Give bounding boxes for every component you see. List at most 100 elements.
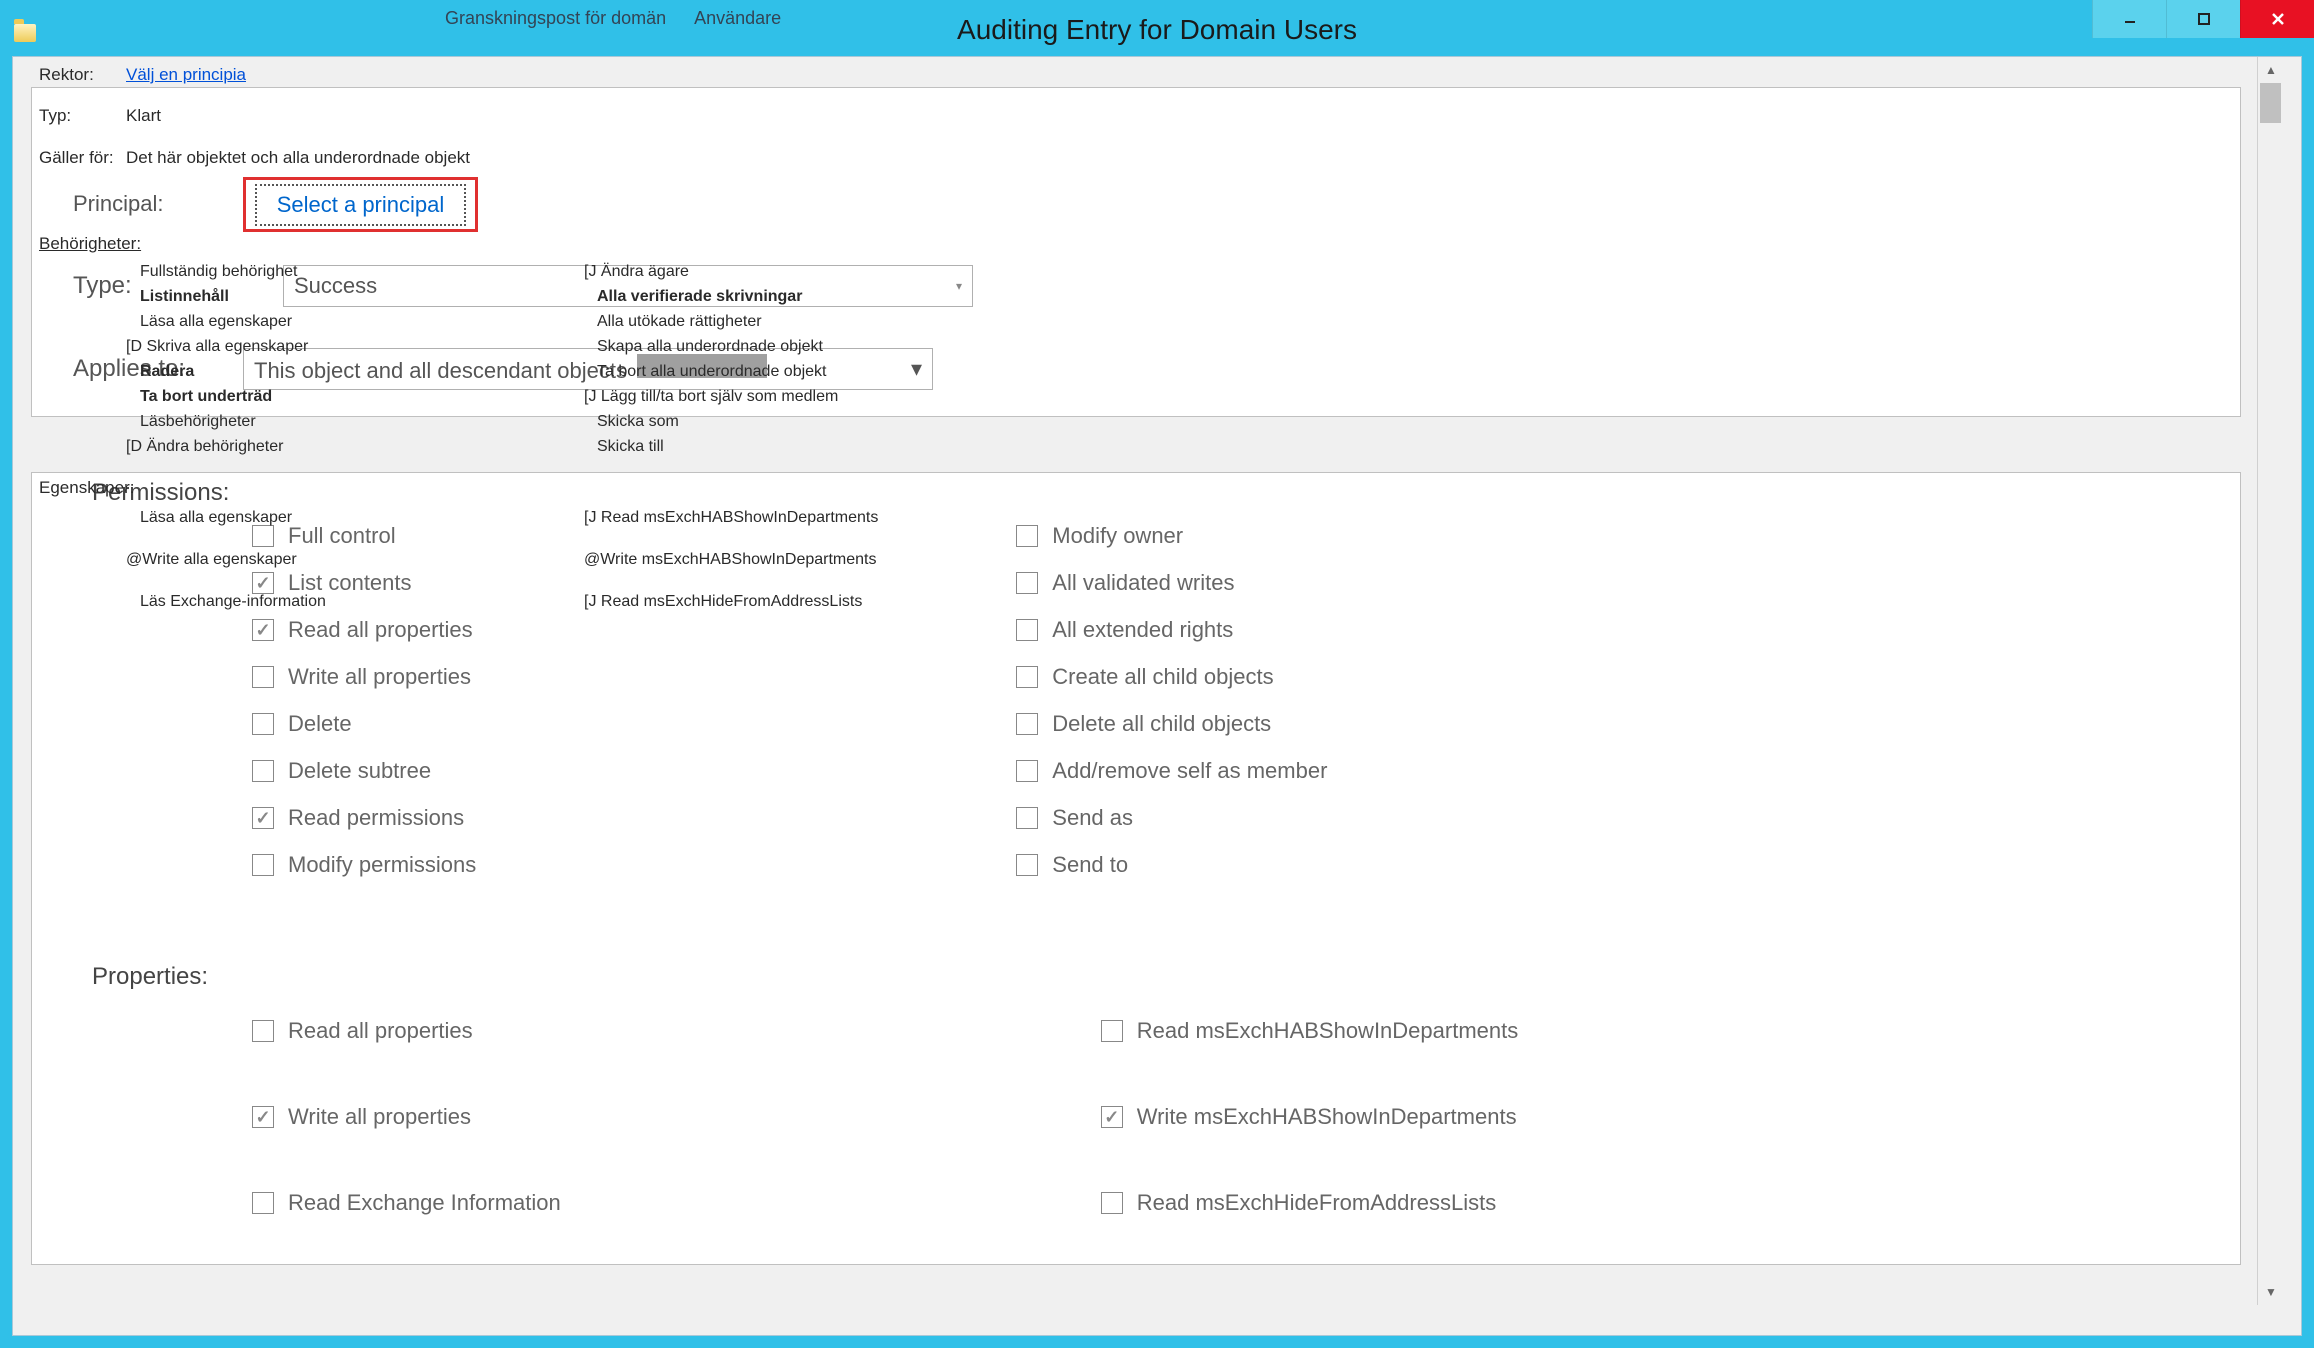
ghost-klart: Klart bbox=[126, 106, 161, 126]
checkbox[interactable] bbox=[1016, 807, 1038, 829]
checkbox-label: Read all properties bbox=[288, 1018, 473, 1044]
footer-buttons: OK Cancel bbox=[1941, 1281, 2239, 1325]
checkbox-row[interactable]: Add/remove self as member bbox=[1016, 758, 1327, 784]
checkbox[interactable] bbox=[252, 525, 274, 547]
checkbox-label: Create all child objects bbox=[1052, 664, 1273, 690]
checkbox-label: Send to bbox=[1052, 852, 1128, 878]
applies-combo[interactable]: This object and all descendant objects ▾ bbox=[243, 348, 933, 390]
type-value: Success bbox=[294, 273, 377, 299]
ghost-behorigheter: Behörigheter: bbox=[39, 234, 141, 254]
ghost-egenskaper: Egenskaper: bbox=[39, 478, 134, 498]
checkbox[interactable] bbox=[252, 666, 274, 688]
window-controls bbox=[2092, 0, 2314, 38]
checkbox[interactable] bbox=[1101, 1192, 1123, 1214]
ghost-r3: Skapa alla underordnade objekt bbox=[597, 338, 823, 356]
checkbox-row[interactable]: Write all properties bbox=[252, 664, 476, 690]
checkbox[interactable] bbox=[1016, 619, 1038, 641]
checkbox-label: Delete subtree bbox=[288, 758, 431, 784]
checkbox-row[interactable]: Send to bbox=[1016, 852, 1327, 878]
scroll-down-icon[interactable]: ▼ bbox=[2258, 1279, 2284, 1305]
checkbox-row[interactable]: All extended rights bbox=[1016, 617, 1327, 643]
checkbox-row[interactable]: Read msExchHABShowInDepartments bbox=[1101, 1018, 1519, 1044]
checkbox-row[interactable]: Read all properties bbox=[252, 617, 476, 643]
applies-value: This object and all descendant objects bbox=[254, 358, 627, 383]
minimize-icon bbox=[2122, 11, 2138, 27]
checkbox-row[interactable]: Read msExchHideFromAddressLists bbox=[1101, 1190, 1519, 1216]
window: Granskningspost för domän Användare Audi… bbox=[0, 0, 2314, 1348]
checkbox[interactable] bbox=[252, 713, 274, 735]
properties-col-right: Read msExchHABShowInDepartments Write msE… bbox=[1101, 1018, 1519, 1216]
ghost-tab-1: Granskningspost för domän bbox=[445, 8, 666, 29]
checkbox[interactable] bbox=[252, 619, 274, 641]
checkbox[interactable] bbox=[1101, 1106, 1123, 1128]
checkbox[interactable] bbox=[1016, 666, 1038, 688]
checkbox[interactable] bbox=[1016, 525, 1038, 547]
ghost-r7: Skicka till bbox=[597, 438, 664, 456]
minimize-button[interactable] bbox=[2092, 0, 2166, 38]
ghost-l7: [D Ändra behörigheter bbox=[126, 438, 283, 456]
select-principal-highlight: Select a principal bbox=[243, 177, 478, 232]
close-button[interactable] bbox=[2240, 0, 2314, 38]
checkbox[interactable] bbox=[252, 854, 274, 876]
checkbox[interactable] bbox=[1101, 1020, 1123, 1042]
checkbox-row[interactable]: Write all properties bbox=[252, 1104, 561, 1130]
window-title: Auditing Entry for Domain Users bbox=[957, 14, 1357, 46]
scroll-up-icon[interactable]: ▲ bbox=[2258, 57, 2284, 83]
ghost-galler: Gäller för: bbox=[39, 148, 114, 168]
checkbox-label: Read all properties bbox=[288, 617, 473, 643]
checkbox-label: Modify owner bbox=[1052, 523, 1183, 549]
checkbox-row[interactable]: Delete bbox=[252, 711, 476, 737]
ghost-pr1: @Write msExchHABShowInDepartments bbox=[584, 551, 876, 569]
checkbox-label: All extended rights bbox=[1052, 617, 1233, 643]
ghost-pr0: [J Read msExchHABShowInDepartments bbox=[584, 509, 878, 527]
ghost-r0: [J Ändra ägare bbox=[584, 263, 689, 281]
chevron-down-icon: ▾ bbox=[911, 356, 922, 382]
ghost-r4: Ta bort alla underordnade objekt bbox=[597, 363, 827, 381]
checkbox-row[interactable]: All validated writes bbox=[1016, 570, 1327, 596]
checkbox-row[interactable]: Modify owner bbox=[1016, 523, 1327, 549]
ghost-tabs: Granskningspost för domän Användare bbox=[445, 8, 781, 29]
checkbox[interactable] bbox=[252, 1192, 274, 1214]
checkbox-label: Read msExchHABShowInDepartments bbox=[1137, 1018, 1519, 1044]
ghost-galler-val: Det här objektet och alla underordnade o… bbox=[126, 148, 470, 168]
scroll-thumb[interactable] bbox=[2260, 83, 2281, 123]
checkbox-row[interactable]: Delete all child objects bbox=[1016, 711, 1327, 737]
vertical-scrollbar[interactable]: ▲ ▼ bbox=[2257, 57, 2283, 1305]
select-principal-link[interactable]: Select a principal bbox=[255, 184, 467, 226]
ghost-r6: Skicka som bbox=[597, 413, 679, 431]
checkbox[interactable] bbox=[252, 760, 274, 782]
permissions-col-left: Full controlList contentsRead all proper… bbox=[252, 523, 476, 878]
ghost-tab-2: Användare bbox=[694, 8, 781, 29]
checkbox-row[interactable]: Read permissions bbox=[252, 805, 476, 831]
folder-icon bbox=[14, 24, 36, 42]
checkbox[interactable] bbox=[1016, 760, 1038, 782]
checkbox[interactable] bbox=[1016, 854, 1038, 876]
checkbox-label: Add/remove self as member bbox=[1052, 758, 1327, 784]
checkbox-label: Modify permissions bbox=[288, 852, 476, 878]
checkbox-row[interactable]: Read Exchange Information bbox=[252, 1190, 561, 1216]
checkbox[interactable] bbox=[252, 1106, 274, 1128]
checkbox-row[interactable]: Modify permissions bbox=[252, 852, 476, 878]
ghost-valj: Välj en principia bbox=[126, 65, 246, 85]
checkbox-row[interactable]: Write msExchHABShowInDepartments bbox=[1101, 1104, 1519, 1130]
maximize-button[interactable] bbox=[2166, 0, 2240, 38]
checkbox-row[interactable]: Send as bbox=[1016, 805, 1327, 831]
principal-label: Principal: bbox=[73, 191, 163, 217]
checkbox-row[interactable]: Create all child objects bbox=[1016, 664, 1327, 690]
properties-col-left: Read all properties Write all properties R… bbox=[252, 1018, 561, 1216]
chevron-down-icon: ▾ bbox=[956, 279, 962, 293]
ghost-l4: Radera bbox=[140, 363, 194, 381]
checkbox[interactable] bbox=[252, 1020, 274, 1042]
checkbox[interactable] bbox=[1016, 713, 1038, 735]
checkbox-label: Write msExchHABShowInDepartments bbox=[1137, 1104, 1517, 1130]
checkbox-row[interactable]: Read all properties bbox=[252, 1018, 561, 1044]
checkbox-row[interactable]: Delete subtree bbox=[252, 758, 476, 784]
ghost-l6: Läsbehörigheter bbox=[140, 413, 256, 431]
checkbox-label: Write all properties bbox=[288, 664, 471, 690]
ghost-l0: Fullständig behörighet bbox=[140, 263, 297, 281]
checkbox[interactable] bbox=[1016, 572, 1038, 594]
checkbox[interactable] bbox=[252, 807, 274, 829]
checkbox[interactable] bbox=[252, 572, 274, 594]
ghost-pl0: Läsa alla egenskaper bbox=[140, 509, 292, 527]
ghost-l3: [D Skriva alla egenskaper bbox=[126, 338, 308, 356]
